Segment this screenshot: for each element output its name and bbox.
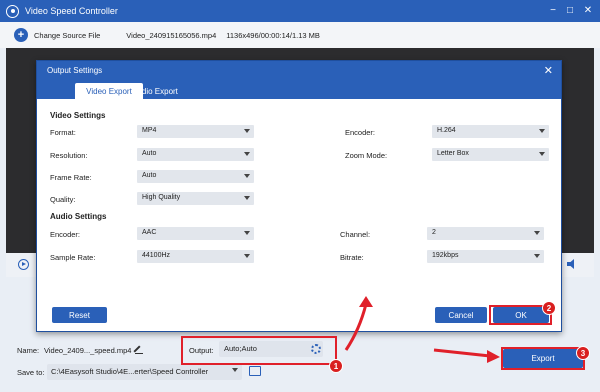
arrow-to-export xyxy=(433,348,491,358)
step-badge-2: 2 xyxy=(542,301,556,315)
arrow-to-ok xyxy=(344,303,368,351)
arrow-to-ok-head xyxy=(359,296,373,307)
step-badge-3: 3 xyxy=(576,346,590,360)
annotation-arrows xyxy=(344,296,500,363)
arrow-to-export-head xyxy=(487,350,500,363)
step-badge-1: 1 xyxy=(329,359,343,373)
